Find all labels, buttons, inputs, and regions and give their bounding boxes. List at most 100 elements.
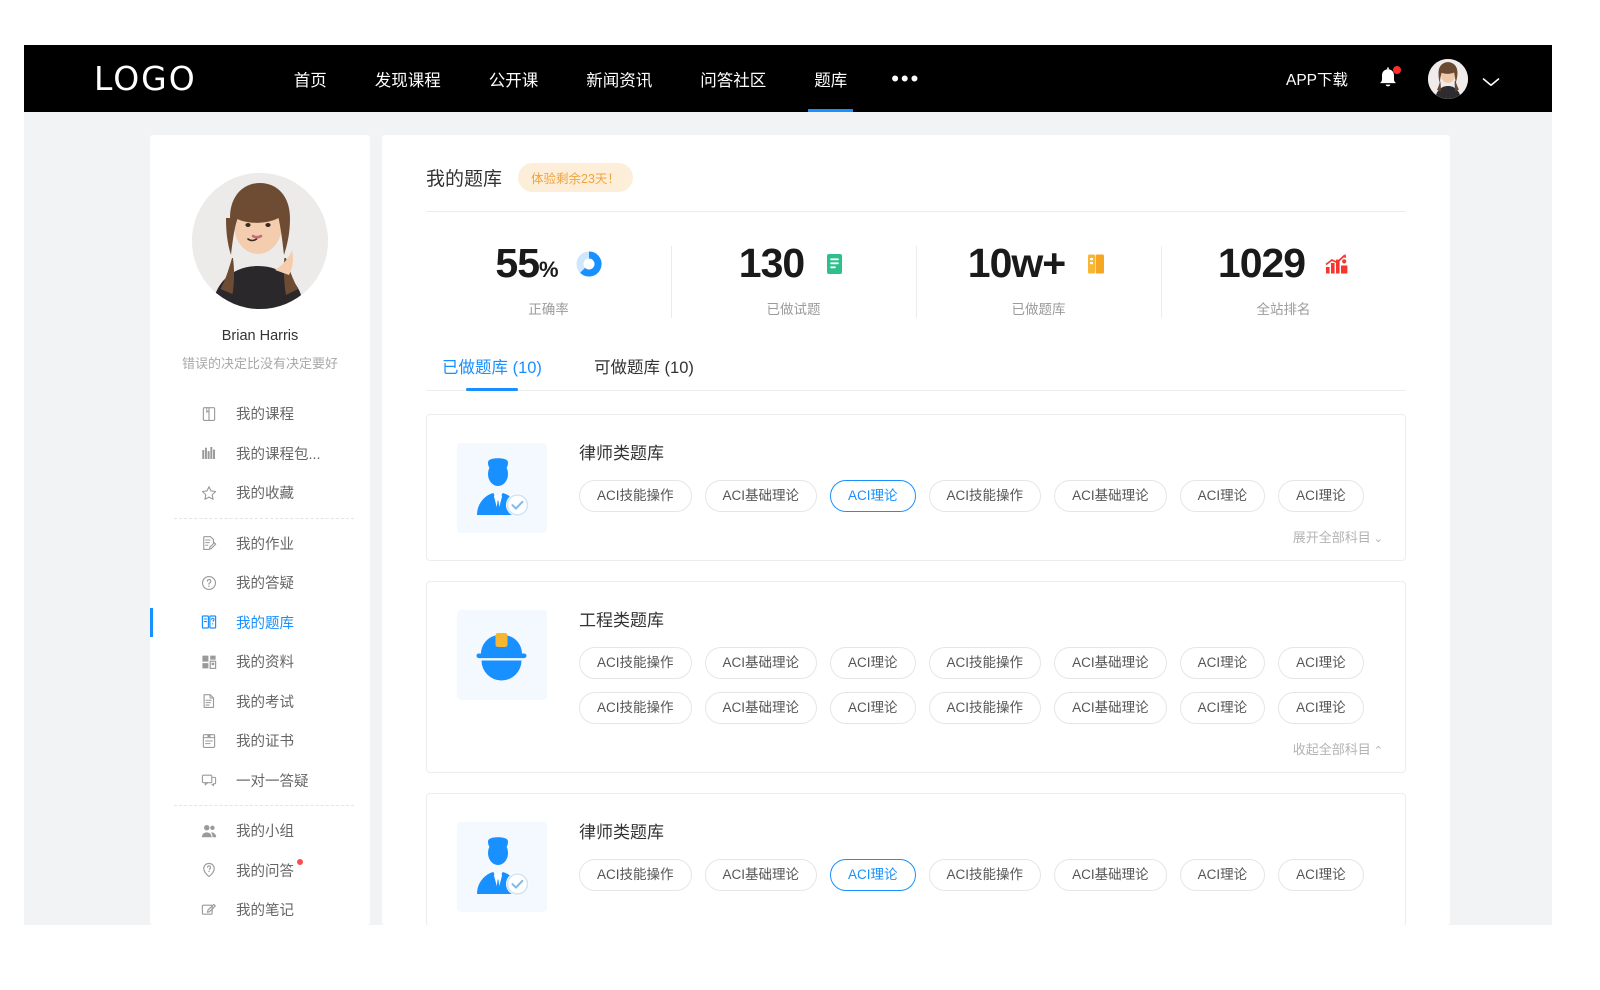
subject-tag[interactable]: ACI理论 [1180,647,1266,679]
subject-tag[interactable]: ACI理论 [1278,480,1364,512]
subject-tag[interactable]: ACI理论 [1278,692,1364,724]
sidebar-item-0[interactable]: 我的课程 [150,394,370,434]
sidebar-item-label: 我的收藏 [236,482,294,503]
bookshelf-icon [200,444,218,462]
subject-tag-row: ACI技能操作 ACI基础理论 ACI理论 ACI技能操作 ACI基础理论 ACI理论 AC… [579,647,1385,679]
top-navigation-bar: LOGO 首页发现课程公开课新闻资讯问答社区题库 ••• APP下载 [24,45,1552,112]
sidebar-item-7[interactable]: 我的资料 [150,642,370,682]
question-bank-card[interactable]: 律师类题库 ACI技能操作 ACI基础理论 ACI理论 ACI技能操作 ACI基础理论 AC… [426,414,1406,561]
sidebar-divider [174,518,354,519]
app-screen: LOGO 首页发现课程公开课新闻资讯问答社区题库 ••• APP下载 [0,0,1600,990]
stat-number: 1029 [1218,240,1305,286]
subject-tag[interactable]: ACI理论 [1180,480,1266,512]
profile-motto: 错误的决定比没有决定要好 [150,353,370,372]
nav-link-5[interactable]: 题库 [790,45,871,112]
tab-0[interactable]: 已做题库 (10) [442,354,542,391]
subject-tag[interactable]: ACI理论 [1180,859,1266,891]
subject-tag[interactable]: ACI技能操作 [579,859,692,891]
question-bank-card[interactable]: 律师类题库 ACI技能操作 ACI基础理论 ACI理论 ACI技能操作 ACI基础理论 AC… [426,793,1406,925]
stat-suffix: % [539,257,558,282]
avatar[interactable] [1428,59,1468,99]
stat-value: 130 [739,242,804,285]
sidebar-item-6[interactable]: 我的题库 [150,603,370,643]
sidebar-item-label: 我的考试 [236,691,294,712]
subject-tag[interactable]: ACI基础理论 [1054,692,1167,724]
document-icon [822,250,848,278]
tab-1[interactable]: 可做题库 (10) [594,354,694,391]
notification-bell-icon[interactable] [1376,66,1400,92]
sidebar-item-9[interactable]: 我的证书 [150,721,370,761]
stat-card-0: 55%正确率 [426,234,671,324]
card-body: 工程类题库ACI技能操作ACI基础理论ACI理论ACI技能操作ACI基础理论AC… [547,604,1385,758]
card-title: 律师类题库 [579,818,1385,843]
stat-number: 55 [495,240,539,286]
card-body: 律师类题库 ACI技能操作 ACI基础理论 ACI理论 ACI技能操作 ACI基础理论 AC… [547,816,1385,912]
question-bank-list: 律师类题库ACI技能操作ACI基础理论ACI理论ACI技能操作ACI基础理论AC… [426,391,1406,925]
stat-value: 1029 [1218,242,1305,285]
nav-link-3[interactable]: 新闻资讯 [562,45,676,112]
subject-tag[interactable]: ACI基础理论 [705,647,818,679]
notification-badge-dot [1393,66,1401,74]
book-orange-icon [1083,250,1109,278]
subject-tag[interactable]: ACI基础理论 [705,859,818,891]
book-icon [200,405,218,423]
subject-tag[interactable]: ACI基础理论 [705,480,818,512]
stat-value-row: 130 [671,242,916,285]
subject-tag[interactable]: ACI基础理论 [705,692,818,724]
subject-tag[interactable]: ACI技能操作 [579,480,692,512]
page-body: Brian Harris 错误的决定比没有决定要好 我的课程我的课程包...我的… [24,112,1552,925]
subject-tag[interactable]: ACI技能操作 [929,692,1042,724]
subject-tag[interactable]: ACI技能操作 [579,647,692,679]
sidebar-item-13[interactable]: 我的问答 [150,851,370,891]
star-icon [200,484,218,502]
subject-tag[interactable]: ACI基础理论 [1054,859,1167,891]
subject-tag[interactable]: ACI理论 [1278,859,1364,891]
nav-link-1[interactable]: 发现课程 [351,45,465,112]
sidebar-item-12[interactable]: 我的小组 [150,811,370,851]
nav-link-2[interactable]: 公开课 [465,45,563,112]
app-download-link[interactable]: APP下载 [1286,68,1348,90]
user-menu[interactable] [1428,59,1500,99]
subject-tag[interactable]: ACI基础理论 [1054,647,1167,679]
subject-tag[interactable]: ACI技能操作 [929,480,1042,512]
sidebar-item-8[interactable]: 我的考试 [150,682,370,722]
expand-subjects-link[interactable]: 展开全部科目⌄ [579,525,1385,546]
sidebar-item-2[interactable]: 我的收藏 [150,473,370,513]
chevron-down-icon[interactable] [1482,74,1500,84]
chat-bubbles-icon [200,771,218,789]
nav-more-icon[interactable]: ••• [871,45,940,112]
chevron-toggle-icon: ⌄ [1374,533,1383,545]
subject-tag[interactable]: ACI基础理论 [1054,480,1167,512]
card-title: 律师类题库 [579,439,1385,464]
stat-label: 已做试题 [671,298,916,318]
trial-status-badge: 体验剩余23天！ [518,163,633,192]
unread-dot [297,859,303,865]
subject-tag[interactable]: ACI技能操作 [929,859,1042,891]
expand-subjects-label: 收起全部科目 [1293,742,1371,757]
nav-link-4[interactable]: 问答社区 [676,45,790,112]
subject-tag[interactable]: ACI理论 [830,647,916,679]
subject-tag[interactable]: ACI理论 [830,692,916,724]
card-title: 工程类题库 [579,606,1385,631]
subject-tag[interactable]: ACI技能操作 [929,647,1042,679]
site-logo[interactable]: LOGO [94,59,197,98]
sidebar-item-4[interactable]: 我的作业 [150,524,370,564]
sidebar-item-14[interactable]: 我的笔记 [150,890,370,925]
main-panel: 我的题库 体验剩余23天！ 55%正确率130已做试题10w+已做题库1029全… [382,135,1450,925]
subject-tag[interactable]: ACI理论 [1180,692,1266,724]
nav-link-0[interactable]: 首页 [270,45,351,112]
subject-tag-rows: ACI技能操作 ACI基础理论 ACI理论 ACI技能操作 ACI基础理论 ACI理论 AC… [579,647,1385,724]
sidebar-item-10[interactable]: 一对一答疑 [150,761,370,801]
profile-avatar[interactable] [192,173,328,309]
sidebar-item-5[interactable]: 我的答疑 [150,563,370,603]
subject-tag[interactable]: ACI技能操作 [579,692,692,724]
subject-tag[interactable]: ACI理论 [830,859,916,891]
expand-subjects-link[interactable]: 收起全部科目⌃ [579,737,1385,758]
subject-tag[interactable]: ACI理论 [1278,647,1364,679]
sidebar-panel: Brian Harris 错误的决定比没有决定要好 我的课程我的课程包...我的… [150,135,370,925]
stat-label: 全站排名 [1161,298,1406,318]
sidebar-item-1[interactable]: 我的课程包... [150,434,370,474]
sidebar-item-label: 我的证书 [236,730,294,751]
subject-tag[interactable]: ACI理论 [830,480,916,512]
question-bank-card[interactable]: 工程类题库ACI技能操作ACI基础理论ACI理论ACI技能操作ACI基础理论AC… [426,581,1406,773]
